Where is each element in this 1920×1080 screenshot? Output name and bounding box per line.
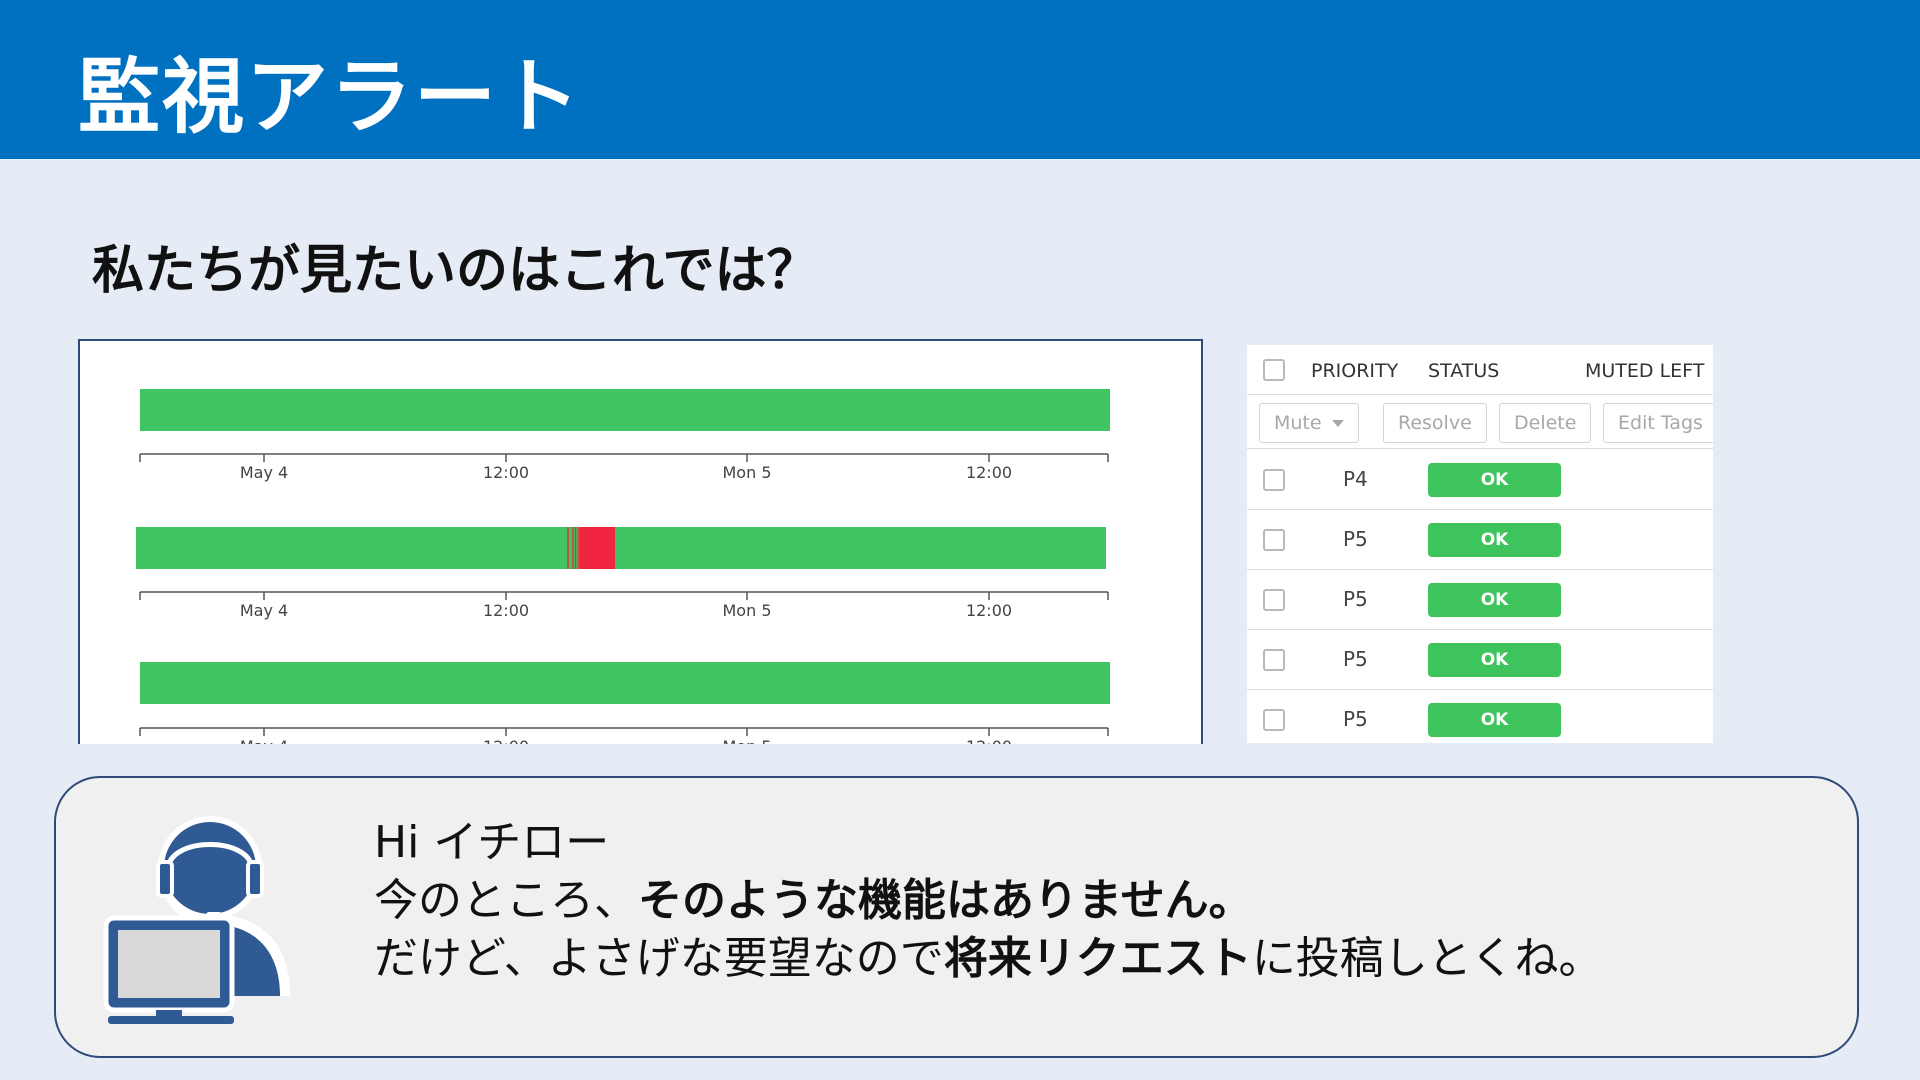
panel-edge: [1243, 345, 1247, 743]
tick-label: Mon 5: [723, 463, 772, 482]
message-line-2-bold: そのような機能はありません。: [638, 875, 1253, 926]
table-toolbar: Mute Resolve Delete Edit Tags: [1243, 395, 1713, 449]
slide-subtitle: 私たちが見たいのはこれでは？: [92, 241, 819, 301]
priority-cell: P5: [1343, 527, 1368, 551]
column-header-muted-left[interactable]: MUTED LEFT: [1585, 360, 1704, 382]
tick-label: May 4: [240, 463, 288, 482]
headset-support-agent-icon: [103, 816, 290, 1024]
support-message-bubble: Hi イチロー 今のところ、そのような機能はありません。 だけど、よさげな要望な…: [54, 776, 1859, 1058]
table-header: PRIORITY STATUS MUTED LEFT: [1243, 345, 1713, 395]
table-row[interactable]: P4 OK: [1243, 450, 1713, 510]
tick-label: 12:00: [483, 737, 529, 744]
tick-label: 12:00: [483, 463, 529, 482]
priority-cell: P5: [1343, 707, 1368, 731]
timeline-bar-row-3: [140, 662, 1110, 704]
edit-tags-button[interactable]: Edit Tags: [1603, 403, 1713, 443]
status-badge: OK: [1428, 643, 1561, 677]
message-line-2: 今のところ、そのような機能はありません。: [374, 872, 1603, 930]
row-checkbox[interactable]: [1263, 529, 1285, 551]
timeline-axis-row-3: May 4 12:00 Mon 5 12:00: [139, 727, 1109, 744]
alert-table: PRIORITY STATUS MUTED LEFT Mute Resolve …: [1243, 345, 1713, 743]
timeline-bar-row-1: [140, 389, 1110, 431]
priority-cell: P5: [1343, 587, 1368, 611]
select-all-checkbox[interactable]: [1263, 359, 1285, 381]
delete-button[interactable]: Delete: [1499, 403, 1592, 443]
status-timeline-panel: May 4 12:00 Mon 5 12:00 May 4 12:00 Mon …: [78, 339, 1203, 744]
mute-dropdown-button[interactable]: Mute: [1259, 403, 1359, 443]
table-row[interactable]: P5 OK: [1243, 630, 1713, 690]
priority-cell: P4: [1343, 467, 1368, 491]
status-badge: OK: [1428, 523, 1561, 557]
table-row[interactable]: P5 OK: [1243, 510, 1713, 570]
message-line-3: だけど、よさげな要望なので将来リクエストに投稿しとくね。: [374, 930, 1603, 988]
table-row[interactable]: P5 OK: [1243, 690, 1713, 743]
tick-label: 12:00: [966, 463, 1012, 482]
page-title: 監視アラート: [78, 50, 583, 145]
message-line-2-prefix: 今のところ、: [374, 875, 638, 926]
caret-down-icon: [1331, 420, 1344, 427]
table-row[interactable]: P5 OK: [1243, 570, 1713, 630]
status-timeline-chart: May 4 12:00 Mon 5 12:00 May 4 12:00 Mon …: [136, 389, 1110, 744]
alert-segment: [575, 527, 615, 569]
support-message-text: Hi イチロー 今のところ、そのような機能はありません。 だけど、よさげな要望な…: [374, 814, 1603, 988]
message-greeting: Hi イチロー: [374, 817, 610, 868]
tick-label: Mon 5: [723, 601, 772, 620]
timeline-axis-row-1: May 4 12:00 Mon 5 12:00: [139, 453, 1109, 482]
timeline-bar-row-2: [136, 527, 1106, 569]
priority-cell: P5: [1343, 647, 1368, 671]
tick-label: May 4: [240, 601, 288, 620]
status-badge: OK: [1428, 703, 1561, 737]
row-checkbox[interactable]: [1263, 709, 1285, 731]
status-badge: OK: [1428, 463, 1561, 497]
header-bar: 監視アラート: [0, 0, 1920, 159]
mute-label: Mute: [1274, 412, 1322, 434]
resolve-button[interactable]: Resolve: [1383, 403, 1487, 443]
row-checkbox[interactable]: [1263, 649, 1285, 671]
status-badge: OK: [1428, 583, 1561, 617]
tick-label: May 4: [240, 737, 288, 744]
message-line-3-suffix: に投稿しとくね。: [1251, 933, 1603, 984]
tick-label: 12:00: [483, 601, 529, 620]
column-header-status[interactable]: STATUS: [1428, 360, 1499, 382]
message-line-3-prefix: だけど、よさげな要望なので: [374, 933, 944, 984]
message-line-3-bold: 将来リクエスト: [943, 933, 1252, 984]
column-header-priority[interactable]: PRIORITY: [1311, 360, 1398, 382]
row-checkbox[interactable]: [1263, 469, 1285, 491]
tick-label: 12:00: [966, 601, 1012, 620]
timeline-axis-row-2: May 4 12:00 Mon 5 12:00: [139, 591, 1109, 620]
tick-label: 12:00: [966, 737, 1012, 744]
tick-label: Mon 5: [723, 737, 772, 744]
row-checkbox[interactable]: [1263, 589, 1285, 611]
